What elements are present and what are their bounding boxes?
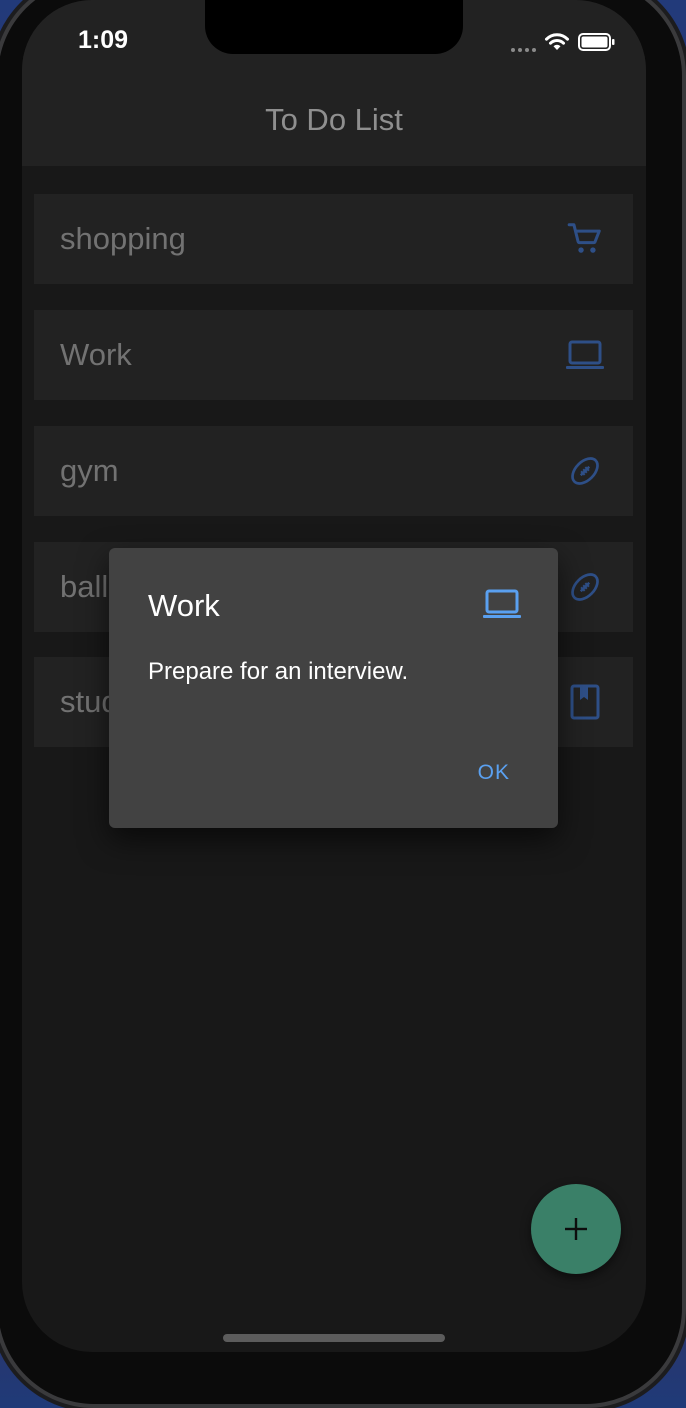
alert-dialog: Work Prepare for an interview. OK — [109, 548, 558, 828]
ok-button[interactable]: OK — [478, 761, 510, 785]
dialog-title: Work — [148, 588, 220, 623]
add-todo-button[interactable] — [531, 1184, 621, 1274]
phone-frame: 1:09 To Do List shopping Work gym ball s… — [0, 0, 682, 1404]
home-indicator[interactable] — [223, 1334, 445, 1342]
phone-screen: 1:09 To Do List shopping Work gym ball s… — [22, 0, 646, 1352]
plus-icon — [565, 1218, 587, 1240]
dialog-message: Prepare for an interview. — [148, 658, 409, 685]
laptop-icon — [482, 588, 522, 622]
